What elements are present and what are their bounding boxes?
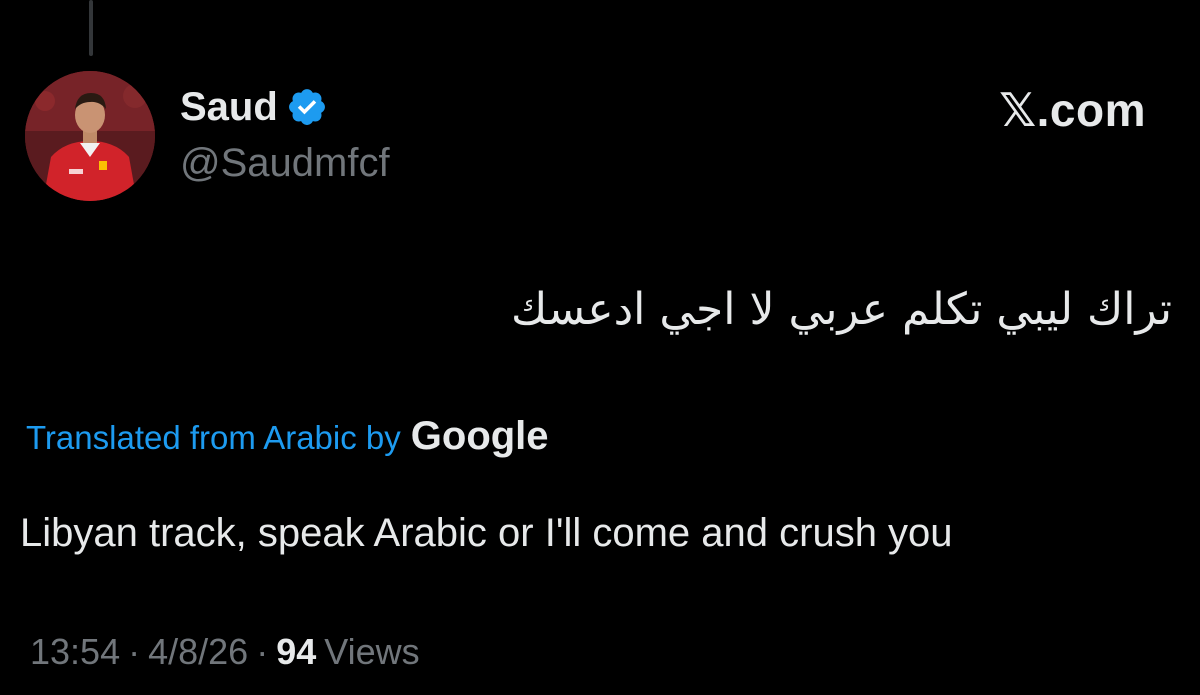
tweet-original-text: تراك ليبي تكلم عربي لا اجي ادعسك <box>510 284 1172 335</box>
author-display-name[interactable]: Saud <box>180 84 278 130</box>
google-wordmark: Google <box>410 414 549 458</box>
tweet-translated-text: Libyan track, speak Arabic or I'll come … <box>20 511 953 555</box>
avatar[interactable] <box>25 71 155 201</box>
verified-badge-icon <box>288 89 325 125</box>
views-label: Views <box>324 631 420 672</box>
thread-connector-line <box>89 0 93 56</box>
author-name-row: Saud <box>180 84 328 130</box>
tweet-date[interactable]: 4/8/26 <box>148 629 248 675</box>
meta-separator: · <box>128 631 141 672</box>
tweet-meta: 13:54 · 4/8/26 · 94 Views <box>30 629 420 675</box>
tweet-card: Saud @Saudmfcf 𝕏.com تراك ليبي تكلم عربي… <box>0 0 1200 695</box>
x-com-logo: 𝕏.com <box>999 84 1146 136</box>
avatar-image <box>25 71 155 201</box>
views-count: 94 <box>276 631 317 672</box>
meta-separator: · <box>256 631 269 672</box>
author-handle[interactable]: @Saudmfcf <box>180 140 390 186</box>
translated-from-link[interactable]: Translated from Arabic by <box>26 415 401 461</box>
translation-attribution: Translated from Arabic by Google <box>26 413 549 461</box>
tweet-time[interactable]: 13:54 <box>30 629 120 675</box>
